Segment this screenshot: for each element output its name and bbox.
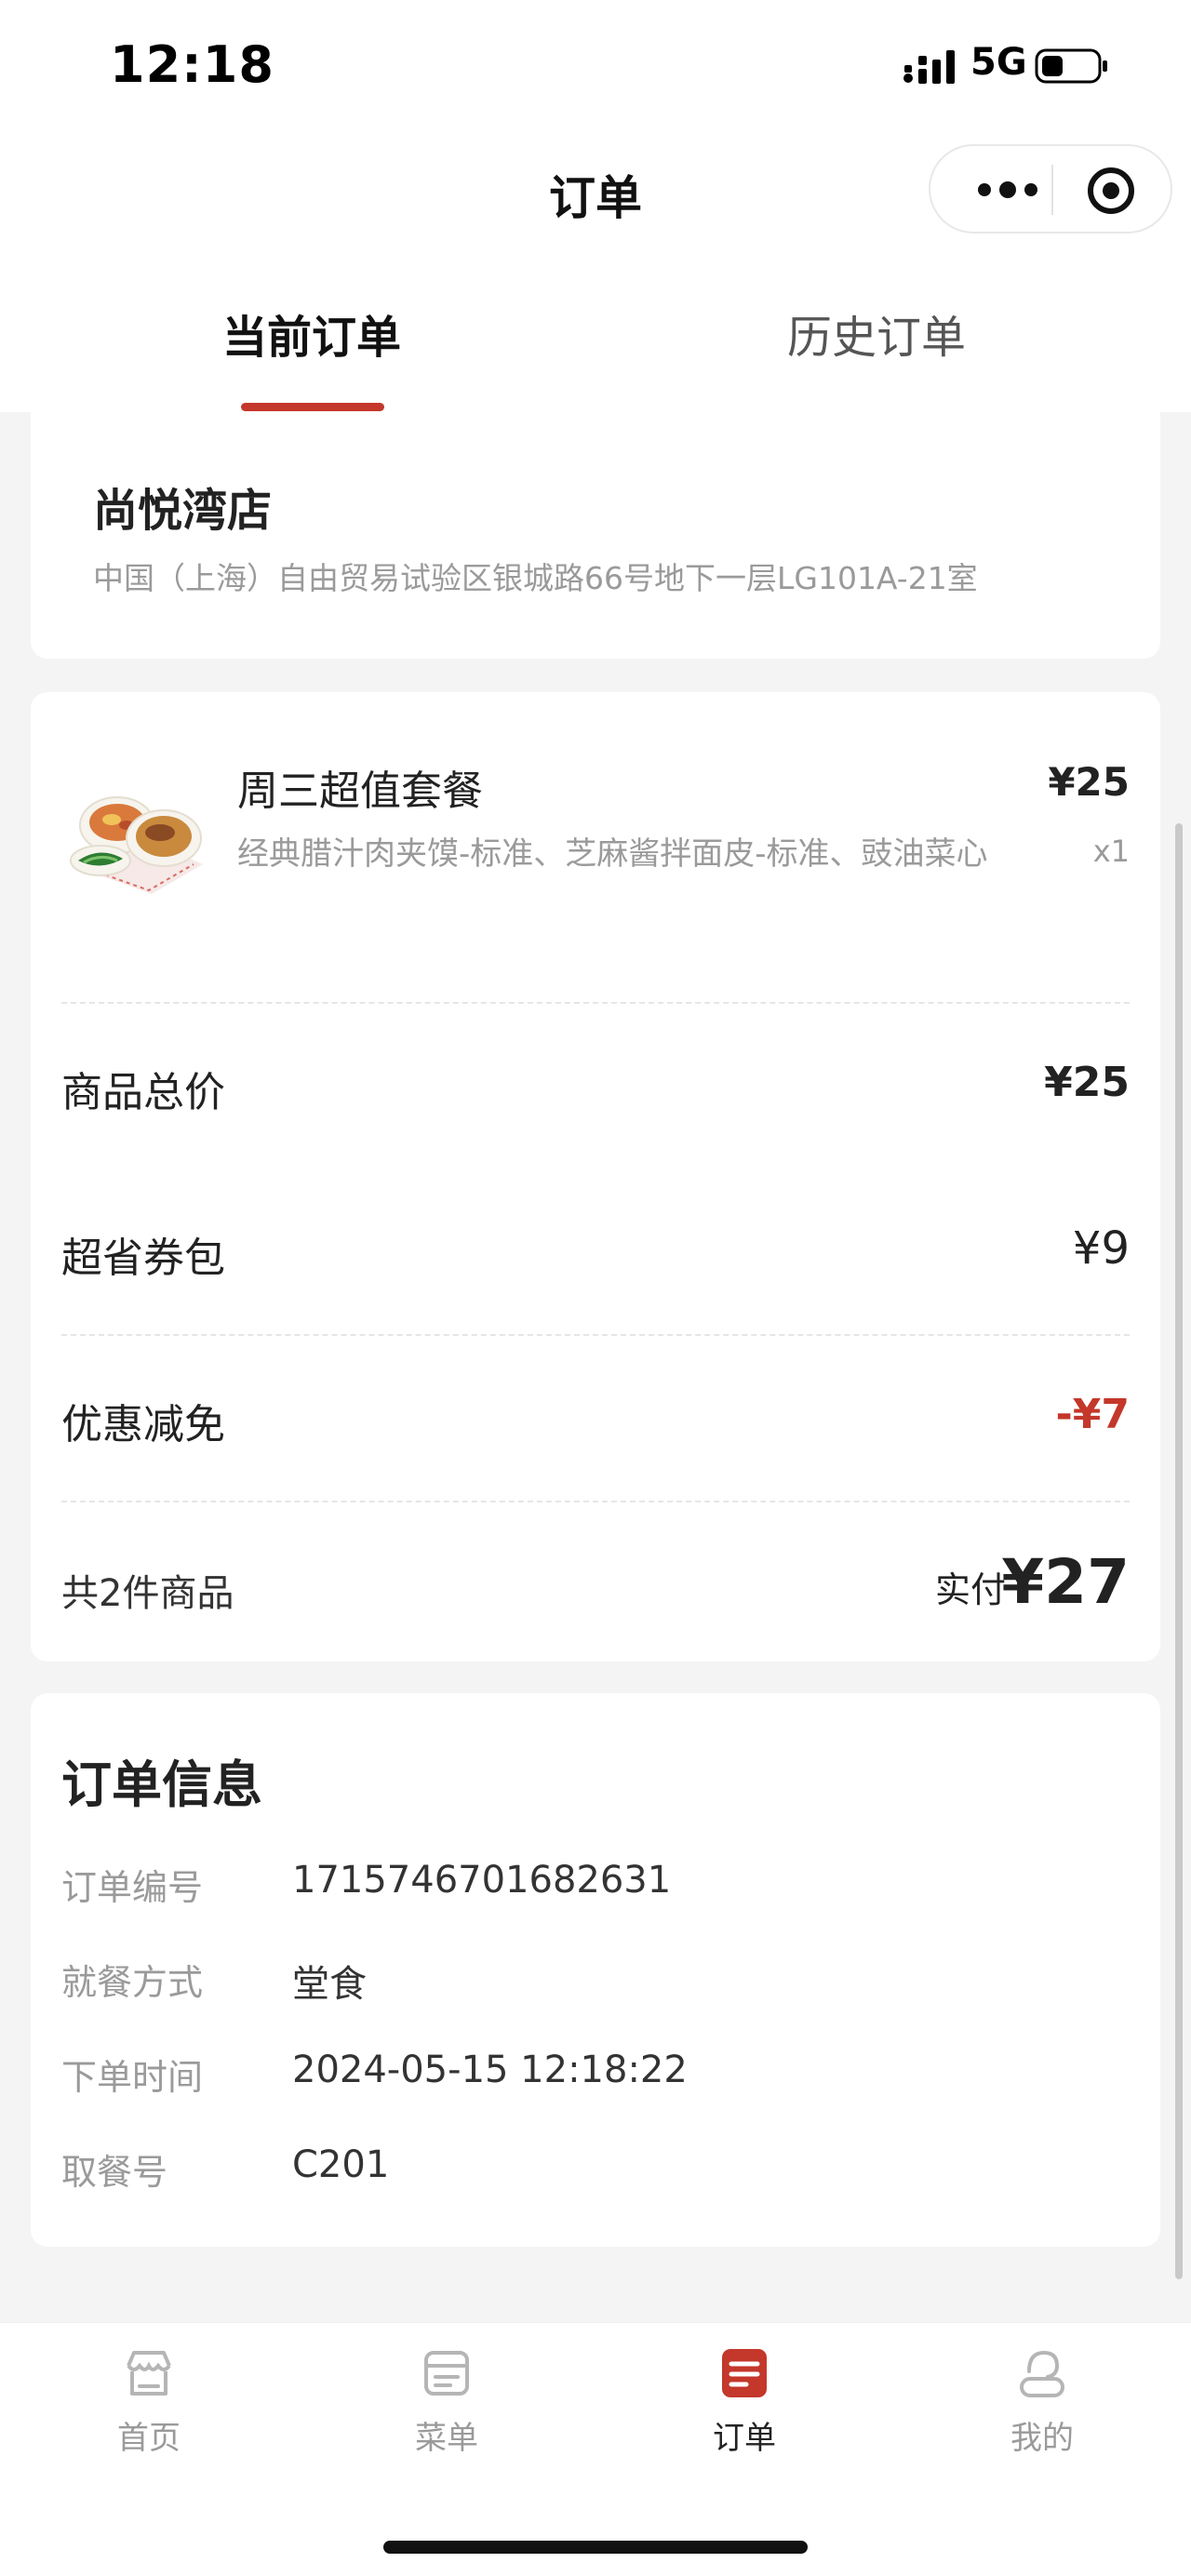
product-description: 经典腊汁肉夹馍-标准、芝麻酱拌面皮-标准、豉油菜心	[237, 835, 988, 873]
profile-icon	[1020, 2350, 1064, 2397]
tab-bar-menu[interactable]: 菜单	[354, 2343, 540, 2483]
summary-label: 优惠减免	[61, 1401, 225, 1448]
mini-program-capsule	[929, 144, 1172, 234]
summary-value: ¥9	[1072, 1222, 1130, 1275]
info-label: 取餐号	[61, 2152, 168, 2193]
scrollbar[interactable]	[1175, 823, 1183, 2279]
store-name: 尚悦湾店	[93, 485, 273, 537]
store-address: 中国（上海）自由贸易试验区银城路66号地下一层LG101A-21室	[93, 560, 978, 596]
product-image	[70, 796, 203, 894]
tab-bar-label: 我的	[1010, 2420, 1074, 2457]
paid-label: 实付	[934, 1569, 1006, 1610]
summary-label: 商品总价	[61, 1069, 225, 1116]
info-row-dining-mode: 就餐方式 堂食	[61, 1954, 1130, 2006]
order-detail-card: 周三超值套餐 ¥25 经典腊汁肉夹馍-标准、芝麻酱拌面皮-标准、豉油菜心 x1 …	[31, 692, 1160, 1662]
menu-icon	[424, 2351, 469, 2396]
product-price: ¥25	[1048, 759, 1130, 805]
product-quantity: x1	[1092, 834, 1130, 869]
store-icon	[127, 2351, 171, 2396]
info-label: 订单编号	[61, 1867, 204, 1908]
order-tabs: 当前订单 历史订单	[0, 256, 1191, 412]
info-row-order-time: 下单时间 2024-05-15 12:18:22	[61, 2049, 1130, 2098]
nav-bar: 订单	[0, 135, 1191, 256]
info-value: C201	[292, 2143, 390, 2186]
item-count-label: 共2件商品	[61, 1572, 234, 1615]
home-indicator	[383, 2541, 808, 2554]
divider	[61, 1002, 1130, 1004]
order-icon	[722, 2349, 767, 2397]
info-value: 2024-05-15 12:18:22	[292, 2049, 688, 2091]
product-name: 周三超值套餐	[237, 767, 483, 815]
status-time: 12:18	[110, 35, 274, 94]
tab-bar-profile[interactable]: 我的	[949, 2343, 1135, 2483]
bottom-tab-bar: 首页 菜单 订单 我的	[0, 2322, 1191, 2576]
info-value: 堂食	[292, 1963, 367, 2006]
tab-history-orders[interactable]: 历史订单	[690, 300, 1063, 366]
active-tab-indicator	[241, 403, 384, 411]
store-card: 尚悦湾店 中国（上海）自由贸易试验区银城路66号地下一层LG101A-21室	[31, 412, 1160, 659]
order-info-card: 订单信息 订单编号 1715746701682631 就餐方式 堂食 下单时间 …	[31, 1693, 1160, 2247]
tab-bar-home[interactable]: 首页	[56, 2343, 242, 2483]
order-info-title: 订单信息	[61, 1755, 262, 1814]
summary-row-total: 共2件商品 实付 ¥27	[61, 1546, 1130, 1618]
capsule-divider	[1051, 165, 1053, 215]
tab-bar-label: 首页	[117, 2420, 181, 2457]
info-row-pickup-number: 取餐号 C201	[61, 2143, 1130, 2193]
paid-amount: ¥27	[1001, 1546, 1130, 1618]
info-label: 下单时间	[61, 2057, 204, 2098]
divider	[61, 1334, 1130, 1336]
info-value: 1715746701682631	[292, 1859, 672, 1902]
summary-row-coupon-pack: 超省券包 ¥9	[61, 1222, 1130, 1282]
tab-bar-label: 菜单	[415, 2420, 478, 2457]
tab-bar-orders[interactable]: 订单	[651, 2343, 837, 2483]
network-type: 5G	[970, 41, 1027, 84]
more-dots-icon[interactable]	[966, 167, 1050, 213]
divider	[61, 1501, 1130, 1502]
summary-label: 超省券包	[61, 1235, 225, 1282]
summary-value: ¥25	[1044, 1059, 1130, 1106]
tab-bar-label: 订单	[713, 2420, 776, 2457]
target-icon[interactable]	[1085, 165, 1137, 217]
summary-discount-value: -¥7	[1055, 1391, 1131, 1438]
info-label: 就餐方式	[61, 1962, 204, 2003]
summary-row-subtotal: 商品总价 ¥25	[61, 1059, 1130, 1116]
status-bar: 12:18 5G	[0, 0, 1191, 135]
order-page: 12:18 5G 订单 当前订单 历史订单 尚悦湾店 中国（上海）自由贸易试验区…	[0, 0, 1191, 2576]
summary-row-discount: 优惠减免 -¥7	[61, 1391, 1131, 1448]
cellular-signal-icon	[903, 50, 955, 84]
info-row-order-number: 订单编号 1715746701682631	[61, 1859, 1130, 1908]
tab-current-orders[interactable]: 当前订单	[126, 300, 498, 366]
battery-icon	[1035, 48, 1107, 84]
